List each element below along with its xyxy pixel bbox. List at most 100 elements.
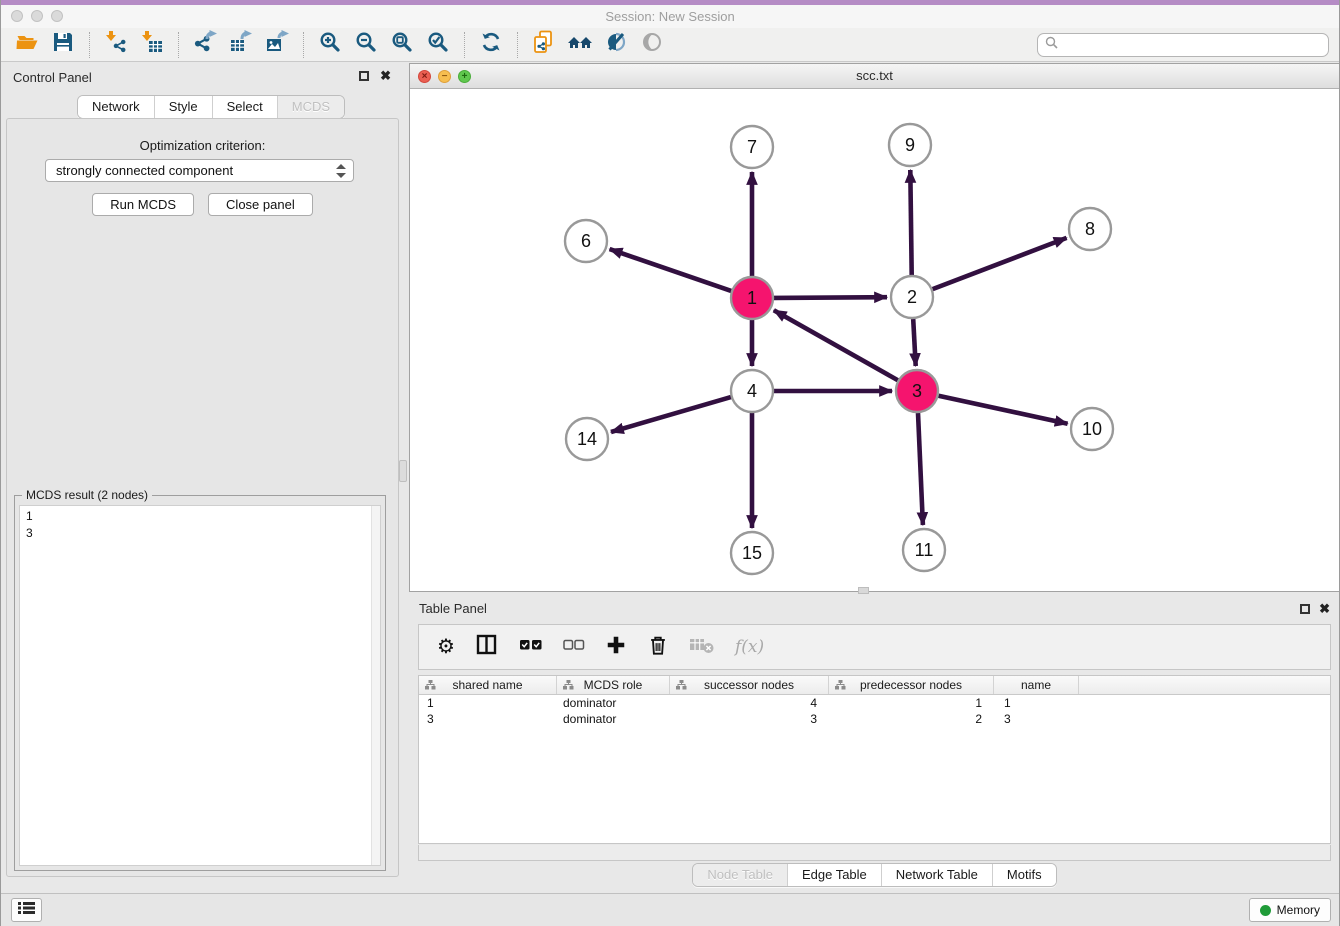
table-horizontal-scrollbar[interactable] — [418, 845, 1331, 861]
close-table-panel-icon[interactable]: ✖ — [1319, 601, 1330, 617]
mcds-result-text[interactable]: 1 3 — [19, 505, 381, 866]
graph-node-4[interactable]: 4 — [731, 370, 773, 412]
tab-network[interactable]: Network — [78, 96, 155, 118]
graph-edge-3-11[interactable] — [918, 413, 923, 525]
import-table-button[interactable] — [134, 30, 170, 60]
graphics-style-button[interactable] — [598, 30, 634, 60]
task-history-button[interactable] — [11, 898, 42, 922]
svg-text:15: 15 — [742, 543, 762, 563]
network-window-titlebar[interactable]: × − + scc.txt — [410, 64, 1339, 89]
table-row-2[interactable]: 3dominator323 — [419, 711, 1330, 727]
graph-edge-2-8[interactable] — [933, 238, 1067, 289]
table-cell[interactable]: dominator — [557, 711, 670, 727]
graphics-details-button[interactable] — [634, 30, 670, 60]
zoom-in-button[interactable] — [312, 30, 348, 60]
column-view-button[interactable] — [475, 633, 499, 661]
table-cell[interactable]: dominator — [557, 695, 670, 711]
save-session-button[interactable] — [45, 30, 81, 60]
graph-edge-2-9[interactable] — [910, 170, 911, 275]
add-column-button[interactable] — [605, 633, 627, 661]
table-cell[interactable]: 3 — [670, 711, 829, 727]
import-network-button[interactable] — [98, 30, 134, 60]
criterion-select[interactable]: strongly connected component — [45, 159, 354, 182]
table-row-1[interactable]: 1dominator411 — [419, 695, 1330, 711]
tab-style[interactable]: Style — [155, 96, 213, 118]
column-header-shared-name[interactable]: shared name — [419, 676, 557, 694]
graph-edge-1-6[interactable] — [610, 249, 732, 291]
graph-node-2[interactable]: 2 — [891, 276, 933, 318]
close-panel-icon[interactable]: ✖ — [380, 68, 391, 84]
search-input[interactable] — [1059, 35, 1328, 55]
tab-mcds[interactable]: MCDS — [278, 96, 344, 118]
column-header-successor-nodes[interactable]: successor nodes — [670, 676, 829, 694]
svg-text:8: 8 — [1085, 219, 1095, 239]
export-network-button[interactable] — [187, 30, 223, 60]
graph-edge-4-14[interactable] — [611, 397, 731, 432]
graph-edge-3-1[interactable] — [774, 310, 898, 380]
graph-node-14[interactable]: 14 — [566, 418, 608, 460]
graph-node-7[interactable]: 7 — [731, 126, 773, 168]
graph-edge-1-2[interactable] — [774, 297, 887, 298]
maximize-network-icon[interactable]: + — [458, 70, 471, 83]
delete-table-button[interactable] — [689, 633, 715, 661]
import-table-icon — [140, 30, 164, 59]
zoom-fit-icon — [390, 30, 414, 59]
delete-column-button[interactable] — [647, 633, 669, 661]
table-cell[interactable]: 1 — [994, 695, 1079, 711]
tab-network-table[interactable]: Network Table — [882, 864, 993, 886]
tab-motifs[interactable]: Motifs — [993, 864, 1056, 886]
trash-icon — [647, 633, 669, 662]
close-network-icon[interactable]: × — [418, 70, 431, 83]
export-image-button[interactable] — [259, 30, 295, 60]
float-table-panel-icon[interactable] — [1300, 604, 1310, 614]
table-cell[interactable]: 3 — [994, 711, 1079, 727]
table-cell[interactable]: 4 — [670, 695, 829, 711]
search-field[interactable] — [1037, 33, 1329, 57]
mcds-result-box: MCDS result (2 nodes) 1 3 — [14, 495, 386, 871]
horizontal-splitter-handle[interactable] — [858, 587, 869, 594]
graph-node-9[interactable]: 9 — [889, 124, 931, 166]
run-mcds-button[interactable]: Run MCDS — [92, 193, 194, 216]
tab-node-table[interactable]: Node Table — [693, 864, 788, 886]
zoom-out-button[interactable] — [348, 30, 384, 60]
open-session-button[interactable] — [9, 30, 45, 60]
mcds-panel-body: Optimization criterion: strongly connect… — [6, 118, 399, 877]
table-cell[interactable]: 2 — [829, 711, 994, 727]
graph-node-1[interactable]: 1 — [731, 277, 773, 319]
clone-network-button[interactable] — [526, 30, 562, 60]
tab-edge-table[interactable]: Edge Table — [788, 864, 882, 886]
refresh-view-button[interactable] — [473, 30, 509, 60]
mcds-result-title: MCDS result (2 nodes) — [22, 488, 152, 502]
zoom-selected-button[interactable] — [420, 30, 456, 60]
graph-edge-2-3[interactable] — [913, 319, 916, 366]
graph-node-15[interactable]: 15 — [731, 532, 773, 574]
table-settings-button[interactable]: ⚙ — [437, 633, 455, 661]
memory-button[interactable]: Memory — [1249, 898, 1331, 922]
function-builder-button[interactable]: f(x) — [735, 633, 764, 661]
table-cell[interactable]: 3 — [419, 711, 557, 727]
column-header-mcds-role[interactable]: MCDS role — [557, 676, 670, 694]
graph-node-3[interactable]: 3 — [896, 370, 938, 412]
column-header-predecessor-nodes[interactable]: predecessor nodes — [829, 676, 994, 694]
graph-node-11[interactable]: 11 — [903, 529, 945, 571]
table-toolbar: ⚙ f(x) — [418, 624, 1331, 670]
table-cell[interactable]: 1 — [419, 695, 557, 711]
column-header-name[interactable]: name — [994, 676, 1079, 694]
graph-node-10[interactable]: 10 — [1071, 408, 1113, 450]
network-canvas[interactable]: 7 9 6 8 1 2 4 3 14 10 15 11 — [410, 89, 1339, 591]
deselect-all-button[interactable] — [563, 633, 585, 661]
float-panel-icon[interactable] — [359, 71, 369, 81]
close-panel-button[interactable]: Close panel — [208, 193, 313, 216]
tab-select[interactable]: Select — [213, 96, 278, 118]
select-all-button[interactable] — [519, 633, 543, 661]
vertical-splitter-handle[interactable] — [399, 460, 407, 482]
zoom-fit-button[interactable] — [384, 30, 420, 60]
graph-node-8[interactable]: 8 — [1069, 208, 1111, 250]
export-table-button[interactable] — [223, 30, 259, 60]
graph-edge-3-10[interactable] — [939, 396, 1068, 424]
minimize-network-icon[interactable]: − — [438, 70, 451, 83]
first-neighbors-button[interactable] — [562, 30, 598, 60]
table-cell[interactable]: 1 — [829, 695, 994, 711]
result-scrollbar[interactable] — [371, 506, 380, 865]
graph-node-6[interactable]: 6 — [565, 220, 607, 262]
